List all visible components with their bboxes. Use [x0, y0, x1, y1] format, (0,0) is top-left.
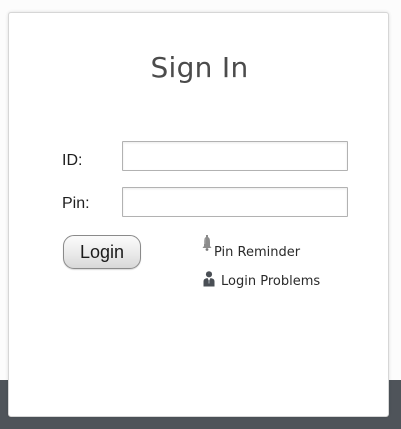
pin-label: Pin:: [62, 195, 90, 212]
login-problems-link[interactable]: Login Problems: [203, 271, 320, 291]
user-support-icon: [203, 271, 215, 291]
page-title: Sign In: [150, 51, 249, 84]
pin-reminder-link[interactable]: Pin Reminder: [202, 235, 300, 260]
id-field[interactable]: [122, 141, 348, 171]
login-button[interactable]: Login: [63, 235, 141, 269]
id-label: ID:: [62, 152, 83, 169]
sign-in-card: Sign In ID: Pin: Login Pin Reminder Logi…: [8, 12, 389, 417]
bell-icon: [202, 235, 212, 259]
pin-field[interactable]: [122, 187, 348, 217]
pin-reminder-label: Pin Reminder: [214, 245, 301, 260]
login-problems-label: Login Problems: [221, 274, 321, 289]
